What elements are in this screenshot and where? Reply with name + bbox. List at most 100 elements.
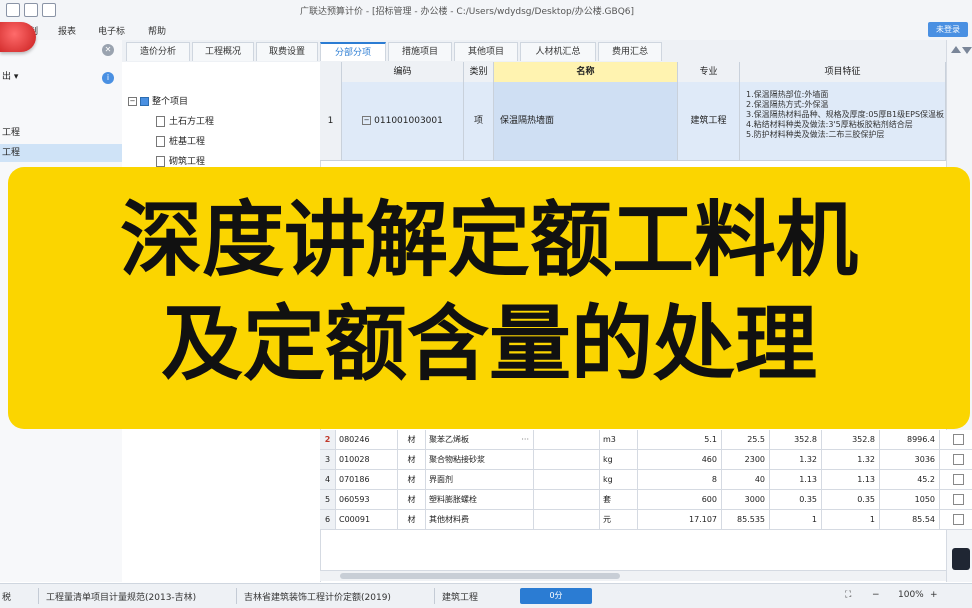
material-total[interactable]: 3036 [880,450,940,469]
material-content[interactable]: 600 [638,490,722,509]
material-unit[interactable]: kg [600,450,638,469]
menu-item-help[interactable]: 帮助 [148,24,166,37]
material-name[interactable]: 聚合物粘接砂浆 [426,450,534,469]
checkbox[interactable] [952,454,964,465]
row-checkbox[interactable] [940,490,972,509]
material-quantity[interactable]: 85.535 [722,510,770,529]
sidebar-item[interactable]: 工程 [0,124,122,142]
row-checkbox[interactable] [940,510,972,529]
material-total[interactable]: 45.2 [880,470,940,489]
material-code[interactable]: 070186 [336,470,398,489]
material-price[interactable]: 1.32 [770,450,822,469]
tree-node[interactable]: 砌筑工程 [156,154,205,167]
save-icon[interactable] [24,3,38,17]
material-spec[interactable] [534,450,600,469]
material-market-price[interactable]: 352.8 [822,430,880,449]
header-features[interactable]: 项目特征 [740,62,946,82]
login-button[interactable]: 未登录 [928,22,968,37]
material-price[interactable]: 0.35 [770,490,822,509]
material-market-price[interactable]: 1.32 [822,450,880,469]
material-content[interactable]: 460 [638,450,722,469]
header-name[interactable]: 名称 [494,62,678,82]
header-code[interactable]: 编码 [342,62,464,82]
undo-icon[interactable] [42,3,56,17]
checkbox[interactable] [952,474,964,485]
material-code[interactable]: C00091 [336,510,398,529]
row-checkbox[interactable] [940,470,972,489]
material-total[interactable]: 8996.4 [880,430,940,449]
material-type[interactable]: 材 [398,490,426,509]
tab-itemized[interactable]: 分部分项 [320,42,386,61]
material-quantity[interactable]: 3000 [722,490,770,509]
checkbox[interactable] [952,514,964,525]
row-category[interactable]: 项 [464,82,494,160]
material-type[interactable]: 材 [398,430,426,449]
material-price[interactable]: 1.13 [770,470,822,489]
row-name[interactable]: 保温隔热墙面 [494,82,678,160]
material-name[interactable]: 塑料膨胀螺栓 [426,490,534,509]
material-type[interactable]: 材 [398,470,426,489]
row-specialty[interactable]: 建筑工程 [678,82,740,160]
material-name[interactable]: 其他材料费 [426,510,534,529]
zoom-in-icon[interactable]: + [930,590,938,600]
material-unit[interactable]: kg [600,470,638,489]
material-code[interactable]: 080246 [336,430,398,449]
material-market-price[interactable]: 1 [822,510,880,529]
table-row[interactable]: 5 060593 材 塑料膨胀螺栓 套 600 3000 0.35 0.35 1… [320,490,972,510]
tab-cost-analysis[interactable]: 造价分析 [126,42,190,61]
horizontal-scrollbar[interactable] [320,570,946,581]
table-row[interactable]: 4 070186 材 界面剂 kg 8 40 1.13 1.13 45.2 [320,470,972,490]
checkbox[interactable] [952,434,964,445]
material-market-price[interactable]: 0.35 [822,490,880,509]
material-market-price[interactable]: 1.13 [822,470,880,489]
menu-item-report[interactable]: 报表 [58,24,76,37]
table-row[interactable]: 6 C00091 材 其他材料费 元 17.107 85.535 1 1 85.… [320,510,972,530]
material-type[interactable]: 材 [398,510,426,529]
material-spec[interactable] [534,430,600,449]
checkbox[interactable] [952,494,964,505]
tree-node[interactable]: 桩基工程 [156,134,205,147]
tab-labor-material-summary[interactable]: 人材机汇总 [520,42,596,61]
collapse-icon[interactable]: − [128,97,137,106]
tree-node[interactable]: 土石方工程 [156,114,214,127]
more-icon[interactable]: ··· [521,430,529,449]
info-icon[interactable]: i [102,72,114,84]
fit-icon[interactable]: ⛶ [845,590,851,600]
sidebar-item-selected[interactable]: 工程 [0,144,122,162]
material-content[interactable]: 8 [638,470,722,489]
material-name[interactable]: 聚苯乙烯板 ··· [426,430,534,449]
row-features[interactable]: 1.保温隔热部位:外墙面 2.保温隔热方式:外保温 3.保温隔热材料品种、规格及… [740,82,946,160]
row-checkbox[interactable] [940,430,972,449]
tree-root[interactable]: − 整个项目 [128,94,188,107]
material-total[interactable]: 85.54 [880,510,940,529]
table-row[interactable]: 3 010028 材 聚合物粘接砂浆 kg 460 2300 1.32 1.32… [320,450,972,470]
menu-item-ebid[interactable]: 电子标 [98,24,125,37]
header-category[interactable]: 类别 [464,62,494,82]
material-unit[interactable]: m3 [600,430,638,449]
material-quantity[interactable]: 25.5 [722,430,770,449]
header-specialty[interactable]: 专业 [678,62,740,82]
material-code[interactable]: 060593 [336,490,398,509]
row-code[interactable]: −011001003001 [342,82,464,160]
arrow-down-icon[interactable] [962,47,972,54]
close-panel-icon[interactable]: ✕ [102,44,114,56]
material-spec[interactable] [534,510,600,529]
material-total[interactable]: 1050 [880,490,940,509]
material-quantity[interactable]: 2300 [722,450,770,469]
app-corner-icon[interactable] [952,548,970,570]
arrow-up-icon[interactable] [951,46,961,53]
material-quantity[interactable]: 40 [722,470,770,489]
material-spec[interactable] [534,490,600,509]
material-spec[interactable] [534,470,600,489]
tab-fee-settings[interactable]: 取费设置 [256,42,318,61]
material-price[interactable]: 352.8 [770,430,822,449]
material-content[interactable]: 17.107 [638,510,722,529]
tab-measures[interactable]: 措施项目 [388,42,452,61]
status-score-badge[interactable]: 0分 [520,588,592,604]
tab-fee-summary[interactable]: 费用汇总 [598,42,662,61]
table-row[interactable]: 1 −011001003001 项 保温隔热墙面 建筑工程 1.保温隔热部位:外… [320,82,946,161]
row-checkbox[interactable] [940,450,972,469]
material-content[interactable]: 5.1 [638,430,722,449]
material-code[interactable]: 010028 [336,450,398,469]
collapse-icon[interactable]: − [362,116,372,125]
